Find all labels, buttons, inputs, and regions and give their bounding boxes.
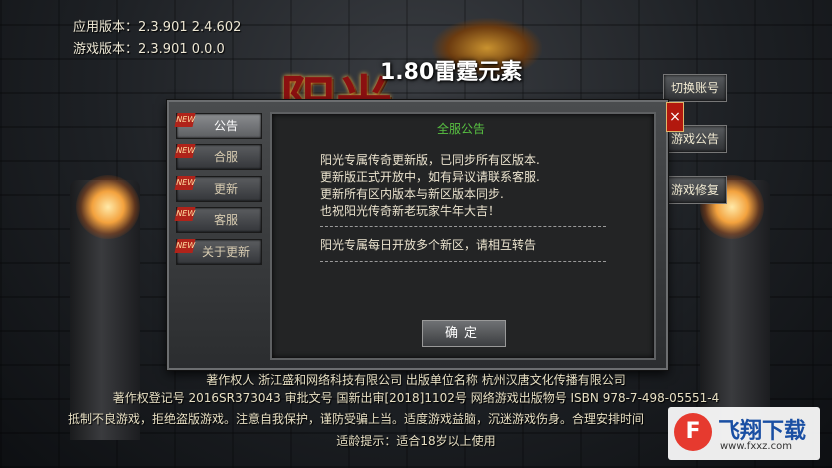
close-button[interactable]: × (666, 102, 684, 132)
notice-line: 更新所有区内版本与新区版本同步. (320, 187, 504, 201)
tab-label: 公告 (213, 119, 238, 133)
new-tag-icon: NEW (174, 207, 196, 221)
footer-registration: 著作权登记号 2016SR373043 审批文号 国新出审[2018]1102号… (112, 391, 720, 405)
notice-title: 全服公告 (436, 122, 485, 136)
watermark-icon: F (674, 413, 712, 451)
new-tag-icon: NEW (174, 144, 196, 158)
notice-line: 阳光专属传奇更新版，已同步所有区版本. (320, 153, 540, 167)
app-version: 应用版本：2.3.901 2.4.602 (73, 20, 242, 35)
new-tag-icon: NEW (174, 239, 196, 253)
tab-label: 更新 (213, 182, 238, 196)
left-torch (76, 175, 140, 239)
logo-badge: 1.80雷霆元素 (380, 60, 523, 85)
switch-account-button[interactable]: 切换账号 (663, 74, 727, 102)
game-logo: 阳光 1.80雷霆元素 (270, 48, 560, 136)
confirm-button[interactable]: 确定 (422, 320, 506, 347)
tab-merge-server[interactable]: NEW 合服 (174, 144, 262, 170)
watermark-logo: F 飞翔下载 www.fxxz.com (668, 407, 820, 460)
tab-notice[interactable]: NEW 公告 (174, 113, 262, 139)
game-repair-button[interactable]: 游戏修复 (663, 176, 727, 204)
notice-extra-line: 阳光专属每日开放多个新区，请相互转告 (320, 238, 537, 252)
tab-update[interactable]: NEW 更新 (174, 176, 262, 202)
watermark-url: www.fxxz.com (720, 441, 792, 452)
tab-about-update[interactable]: NEW 关于更新 (174, 239, 262, 265)
new-tag-icon: NEW (174, 176, 196, 190)
divider (320, 226, 606, 227)
tab-label: 关于更新 (201, 245, 250, 259)
tab-customer-service[interactable]: NEW 客服 (174, 207, 262, 233)
new-tag-icon: NEW (174, 113, 196, 127)
tab-label: 客服 (213, 213, 238, 227)
tab-label: 合服 (213, 150, 238, 164)
footer-copyright: 著作权人 浙江盛和网络科技有限公司 出版单位名称 杭州汉唐文化传播有限公司 (206, 373, 626, 387)
notice-line: 更新版正式开放中，如有异议请联系客服. (320, 170, 540, 184)
game-version: 游戏版本：2.3.901 0.0.0 (73, 42, 225, 57)
notice-line: 也祝阳光传奇新老玩家牛年大吉！ (320, 204, 501, 218)
divider (320, 261, 606, 262)
footer-health-advice: 抵制不良游戏，拒绝盗版游戏。注意自我保护，谨防受骗上当。适度游戏益脑，沉迷游戏伤… (68, 412, 645, 426)
